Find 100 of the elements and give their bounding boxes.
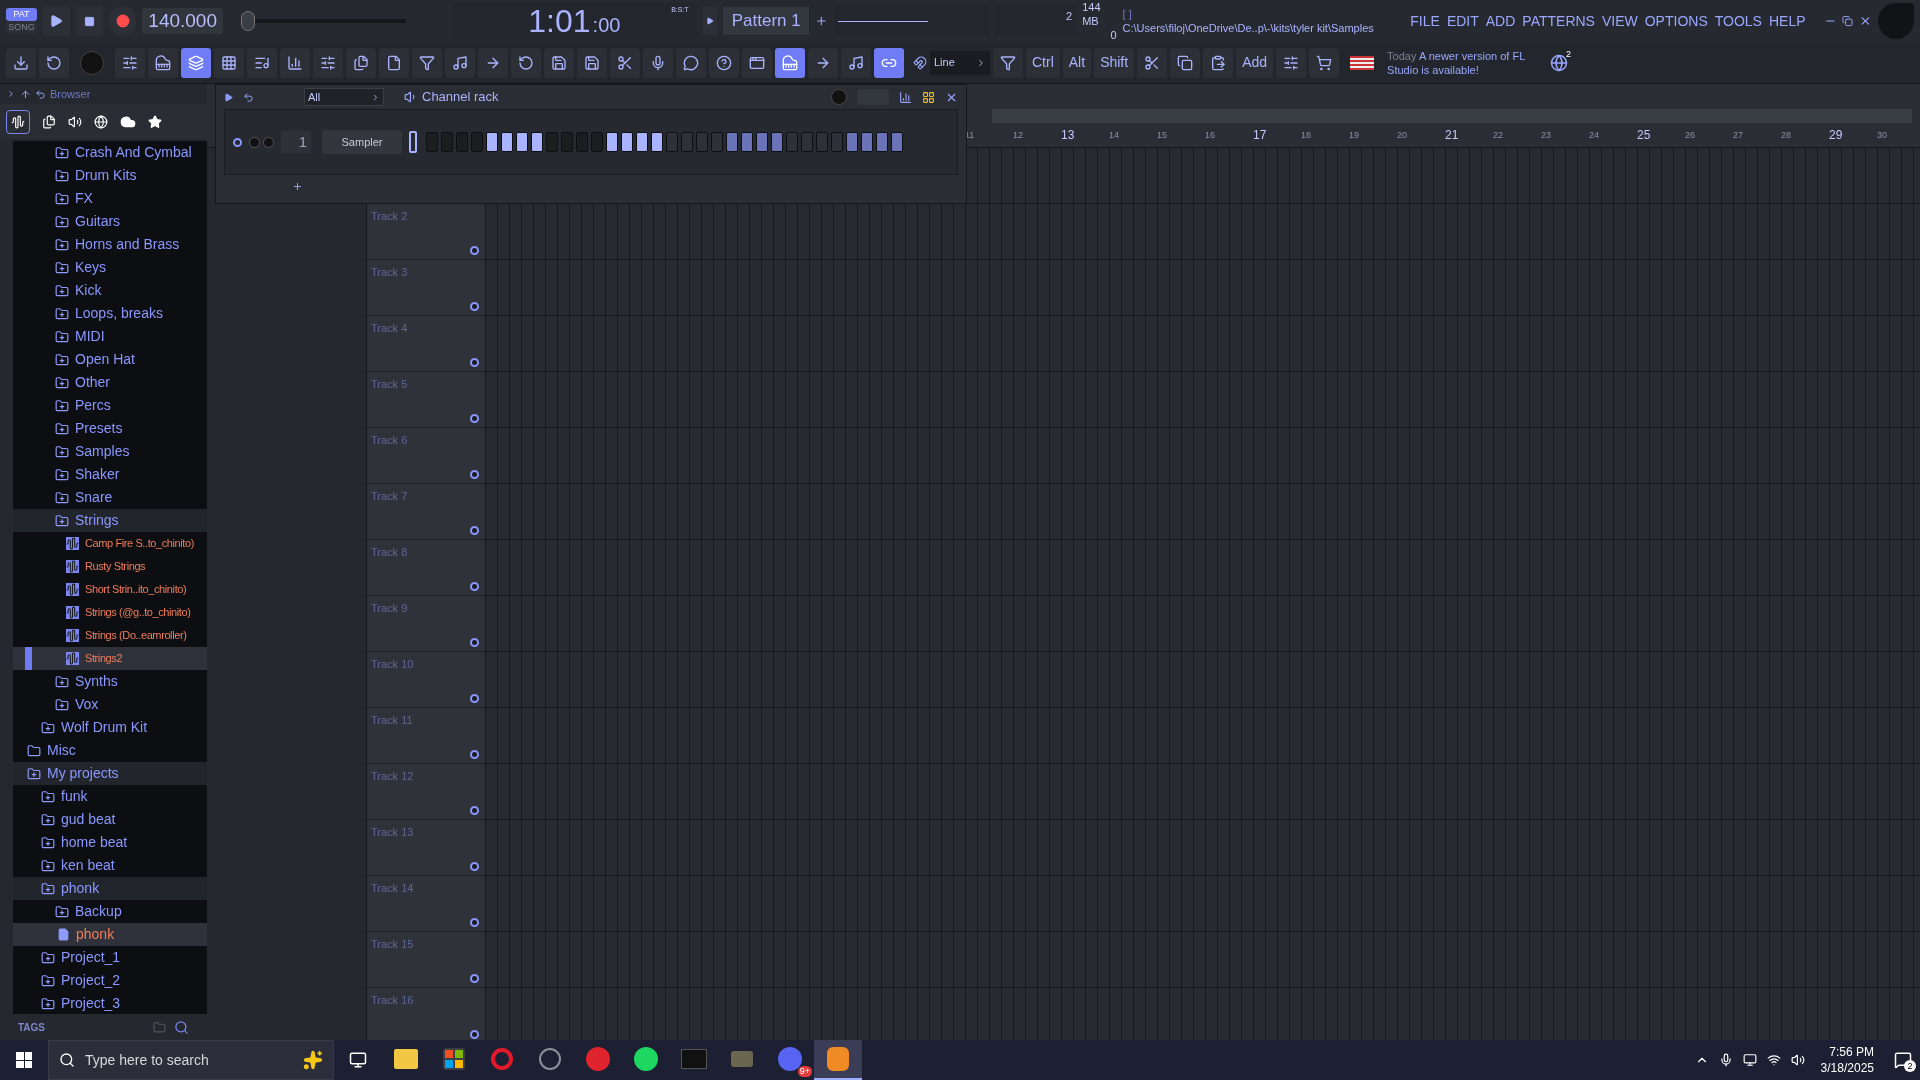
menu-item[interactable]: OPTIONS bbox=[1644, 10, 1708, 32]
music-app-icon[interactable] bbox=[634, 1047, 658, 1071]
sliders-button[interactable] bbox=[1276, 47, 1307, 78]
pattern-selector[interactable]: Pattern 1 bbox=[723, 7, 810, 35]
browser-item[interactable]: Samples bbox=[13, 440, 207, 463]
step-button[interactable] bbox=[771, 132, 783, 152]
ring-app-icon[interactable] bbox=[491, 1048, 513, 1070]
browser-item[interactable]: Drum Kits bbox=[13, 164, 207, 187]
microphone-icon[interactable] bbox=[1718, 1053, 1733, 1067]
browser-item[interactable]: phonk bbox=[13, 923, 207, 946]
browser-item[interactable]: Vox bbox=[13, 693, 207, 716]
menu-item[interactable]: VIEW bbox=[1601, 10, 1638, 32]
modifier-key[interactable]: Ctrl bbox=[1026, 47, 1060, 78]
modifier-key[interactable]: Alt bbox=[1062, 47, 1092, 78]
browser-item[interactable]: Project_3 bbox=[13, 992, 207, 1014]
list-button[interactable] bbox=[247, 47, 277, 78]
search-icon[interactable] bbox=[174, 1019, 189, 1035]
step-button[interactable] bbox=[846, 132, 858, 152]
record-button[interactable] bbox=[109, 6, 137, 36]
close-icon[interactable] bbox=[1859, 14, 1872, 28]
window-button[interactable] bbox=[742, 47, 772, 78]
search-field[interactable]: Type here to search bbox=[48, 1040, 334, 1080]
microphone-button[interactable] bbox=[643, 47, 673, 78]
add-pattern-icon[interactable] bbox=[815, 14, 828, 28]
browser-item[interactable]: Strings (Do..eamroller) bbox=[13, 624, 207, 647]
step-button[interactable] bbox=[501, 132, 513, 152]
browser-item[interactable]: Misc bbox=[13, 739, 207, 762]
network-icon[interactable] bbox=[1766, 1053, 1781, 1067]
funnel-button[interactable] bbox=[993, 47, 1023, 78]
volume-icon[interactable] bbox=[1790, 1053, 1805, 1067]
dial-button[interactable] bbox=[39, 47, 69, 78]
menu-item[interactable]: ADD bbox=[1485, 10, 1516, 32]
store-app-icon[interactable] bbox=[443, 1048, 465, 1070]
waveform-tab[interactable] bbox=[6, 109, 30, 134]
help-button[interactable] bbox=[709, 47, 739, 78]
star-tab-icon[interactable] bbox=[148, 114, 162, 129]
browser-item[interactable]: MIDI bbox=[13, 325, 207, 348]
add-channel-icon[interactable] bbox=[292, 180, 303, 192]
filter-dropdown[interactable]: All bbox=[304, 88, 384, 106]
clock-time[interactable]: 7:56 PM bbox=[1829, 1044, 1874, 1060]
browser-item[interactable]: Open Hat bbox=[13, 348, 207, 371]
menu-item[interactable]: PATTERNS bbox=[1522, 10, 1595, 32]
browser-item[interactable]: ken beat bbox=[13, 854, 207, 877]
notification-icon[interactable] bbox=[1894, 1051, 1912, 1069]
play-button[interactable] bbox=[42, 6, 70, 36]
download-button[interactable] bbox=[6, 47, 36, 78]
restore-icon[interactable] bbox=[1842, 15, 1854, 27]
browser-item[interactable]: Percs bbox=[13, 394, 207, 417]
back-icon[interactable] bbox=[35, 88, 46, 100]
globe-tab-icon[interactable] bbox=[94, 114, 108, 129]
taskbar-slot[interactable] bbox=[814, 1040, 862, 1080]
step-button[interactable] bbox=[486, 132, 498, 152]
add-menu-button[interactable]: Add bbox=[1236, 47, 1274, 78]
stop-button[interactable] bbox=[75, 6, 104, 36]
step-button[interactable] bbox=[516, 132, 528, 152]
layers-button[interactable] bbox=[181, 47, 211, 78]
speaker-tab-icon[interactable] bbox=[68, 114, 82, 129]
browser-item[interactable]: Snare bbox=[13, 486, 207, 509]
browser-item[interactable]: Crash And Cymbal bbox=[13, 141, 207, 164]
step-button[interactable] bbox=[531, 132, 543, 152]
mute-led[interactable] bbox=[233, 137, 242, 147]
channel-button[interactable]: Sampler bbox=[322, 130, 402, 154]
browser-item[interactable]: Camp Fire S..to_chinito) bbox=[13, 532, 207, 555]
piano-button[interactable] bbox=[148, 47, 178, 78]
sliders-button[interactable] bbox=[313, 47, 343, 78]
browser-item[interactable]: funk bbox=[13, 785, 207, 808]
flag-icon[interactable] bbox=[1350, 55, 1375, 70]
mode-toggle[interactable]: PAT bbox=[6, 8, 37, 21]
files-tab-icon[interactable] bbox=[42, 114, 56, 129]
step-button[interactable] bbox=[861, 132, 873, 152]
tempo-field[interactable]: 140.000 bbox=[142, 8, 223, 34]
browser-item[interactable]: Shaker bbox=[13, 463, 207, 486]
up-arrow-icon[interactable] bbox=[20, 88, 31, 100]
browser-item[interactable]: Keys bbox=[13, 256, 207, 279]
modifier-key[interactable]: Shift bbox=[1094, 47, 1135, 78]
browser-item[interactable]: Strings (@g..to_chinito) bbox=[13, 601, 207, 624]
chat-app-icon[interactable] bbox=[778, 1047, 802, 1071]
step-button[interactable] bbox=[741, 132, 753, 152]
paste-button[interactable] bbox=[1203, 47, 1234, 78]
undo-icon[interactable] bbox=[243, 91, 254, 103]
step-button[interactable] bbox=[726, 132, 738, 152]
select-indicator[interactable] bbox=[409, 131, 417, 153]
scissors-button[interactable] bbox=[610, 47, 640, 78]
chat-button[interactable] bbox=[676, 47, 706, 78]
display-icon[interactable] bbox=[1742, 1053, 1757, 1067]
save-button[interactable] bbox=[544, 47, 574, 78]
step-button[interactable] bbox=[876, 132, 888, 152]
browser-item[interactable]: Other bbox=[13, 371, 207, 394]
browser-item[interactable]: Guitars bbox=[13, 210, 207, 233]
step-button[interactable] bbox=[756, 132, 768, 152]
browser-item[interactable]: Short Strin..ito_chinito) bbox=[13, 578, 207, 601]
step-button[interactable] bbox=[636, 132, 648, 152]
browser-item[interactable]: Loops, breaks bbox=[13, 302, 207, 325]
menu-item[interactable]: TOOLS bbox=[1714, 10, 1762, 32]
task-view-icon[interactable] bbox=[349, 1051, 367, 1069]
keyboard-button[interactable] bbox=[775, 47, 805, 78]
link-button[interactable] bbox=[874, 47, 904, 78]
browser-item[interactable]: Rusty Strings bbox=[13, 555, 207, 578]
browser-item[interactable]: Wolf Drum Kit bbox=[13, 716, 207, 739]
step-button[interactable] bbox=[606, 132, 618, 152]
